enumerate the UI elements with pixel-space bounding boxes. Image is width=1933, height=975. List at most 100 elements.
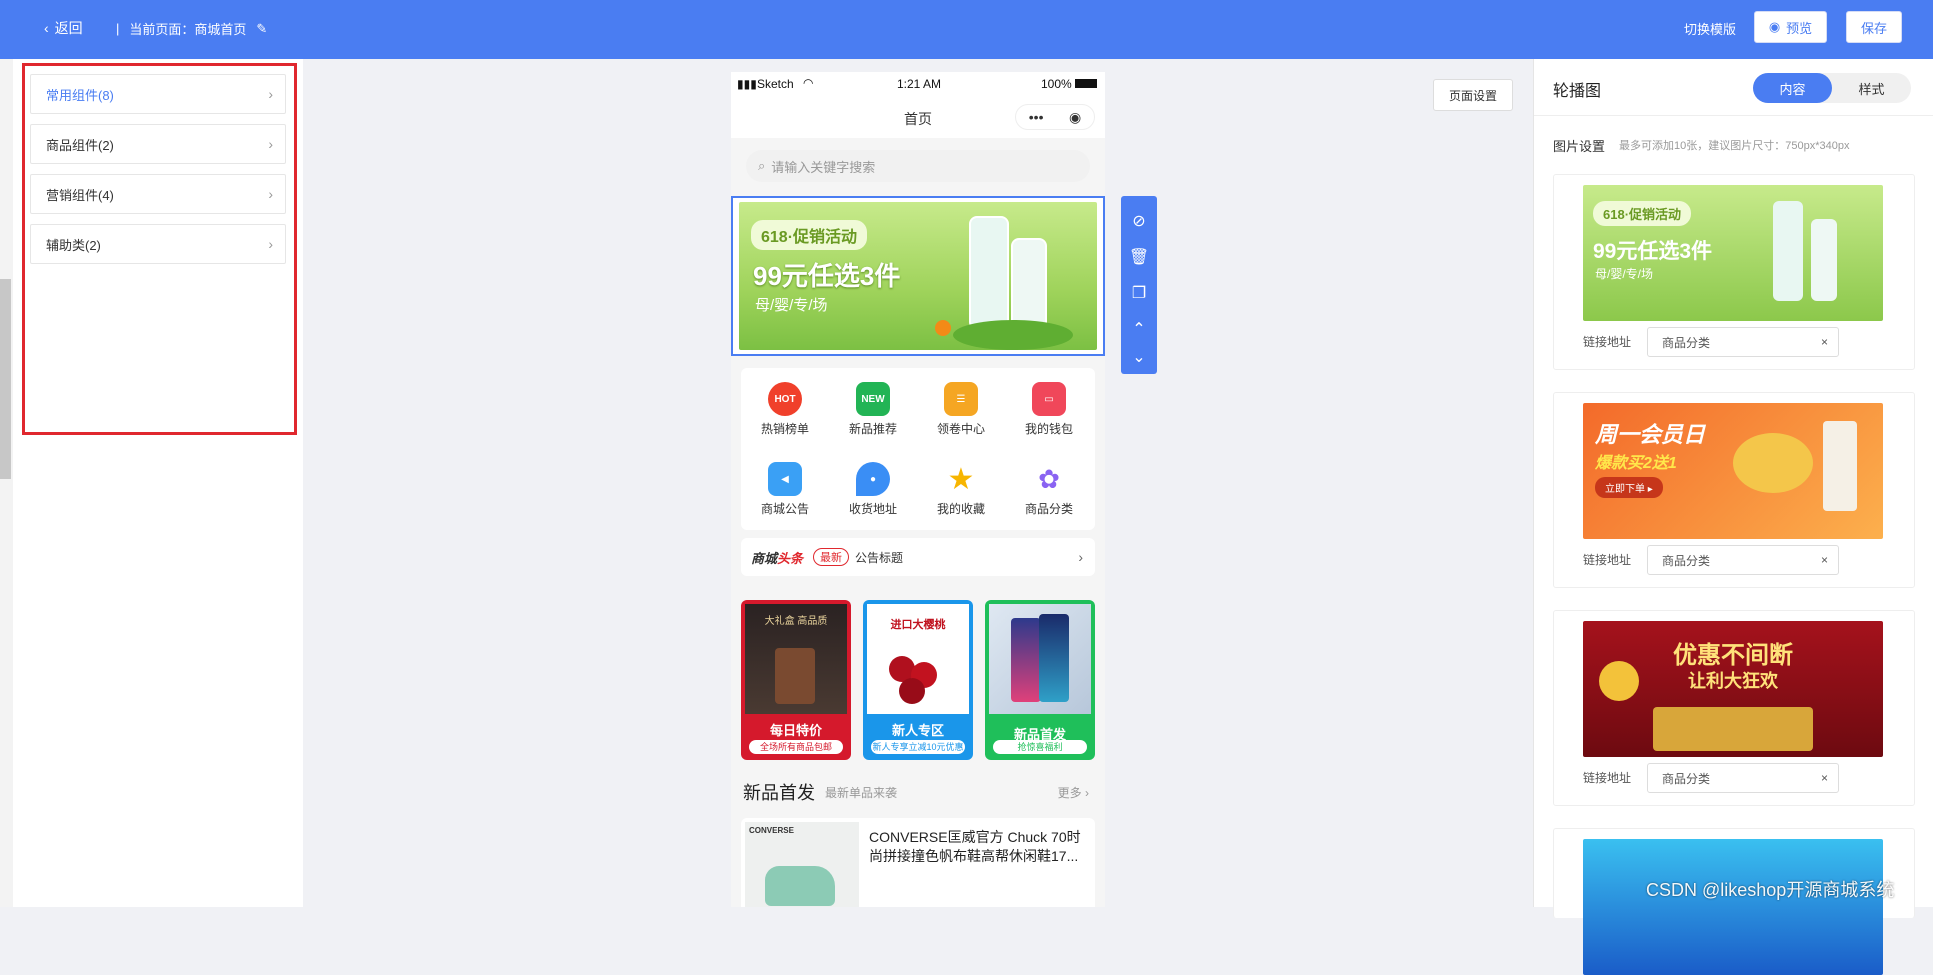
switch-template-button[interactable]: 切换模版 [1684,19,1736,38]
phone-product-image [1011,618,1041,702]
image-item: 优惠不间断 让利大狂欢 链接地址 商品分类 × [1553,610,1915,806]
search-icon: ⌕ [758,158,766,173]
current-page-label: 当前页面：商城首页 [129,22,247,37]
chevron-right-icon: › [1078,549,1083,565]
bottle-image [1773,201,1803,301]
chevron-right-icon: › [268,136,273,152]
link-select[interactable]: 商品分类 × [1647,545,1839,575]
signal-icon: ▮▮▮ [737,77,757,91]
sidebar-item-common[interactable]: 常用组件(8) › [30,74,286,114]
chevron-right-icon: › [268,236,273,252]
wine-box-image [775,648,815,704]
back-button[interactable]: ‹ 返回 [44,18,83,38]
phone-product-image [1039,614,1069,702]
promo-card-launch[interactable]: 新品首发 抢惊喜福利 [985,600,1095,760]
star-icon: ★ [947,462,975,496]
copy-icon[interactable]: ❐ [1121,276,1157,310]
coupon-icon: ☰ [944,382,978,416]
panel-title: 轮播图 [1553,83,1602,100]
phone-preview: ▮▮▮ Sketch ◠ 1:21 AM 100% 首页 ••• ◉ ⌕ 请输入… [731,72,1105,907]
close-icon[interactable]: × [1821,335,1828,349]
nav-item-address[interactable]: ● 收货地址 [829,452,917,522]
promo-card-daily[interactable]: 大礼盒 高品质 每日特价 全场所有商品包邮 [741,600,851,760]
section-header: 新品首发 最新单品来袭 更多 › [743,780,1093,804]
link-select[interactable]: 商品分类 × [1647,327,1839,357]
current-page: | 当前页面：商城首页 ✎ [116,20,268,38]
left-scrollbar[interactable] [0,59,14,907]
wallet-icon: ▭ [1032,382,1066,416]
image-item: 周一会员日 爆款买2送1 立即下单 ▸ 链接地址 商品分类 × [1553,392,1915,588]
image-setting-label: 图片设置 [1553,139,1606,154]
nav-item-category[interactable]: ✿ 商品分类 [1005,452,1093,522]
chevron-down-icon[interactable]: ⌄ [1121,340,1157,374]
gift-boxes-image [1653,707,1813,751]
scrollbar-thumb[interactable] [0,279,11,479]
property-panel: 轮播图 内容 样式 图片设置 最多可添加10张，建议图片尺寸：750px*340… [1533,59,1933,975]
tab-switch: 内容 样式 [1753,73,1911,103]
location-pin-icon: ● [856,462,890,496]
promo-image: 大礼盒 高品质 [745,604,847,714]
product-card[interactable]: CONVERSE CONVERSE匡威官方 Chuck 70时尚拼接撞色帆布鞋高… [741,818,1095,907]
nav-grid: HOT 热销榜单 NEW 新品推荐 ☰ 领卷中心 ▭ 我的钱包 ◀ 商城公告 ●… [741,368,1095,530]
banner-image[interactable]: 618·促销活动 99元任选3件 母/婴/专/场 [739,202,1097,350]
megaphone-icon: ◀ [768,462,802,496]
chevron-right-icon: › [268,86,273,102]
sidebar-item-goods[interactable]: 商品组件(2) › [30,124,286,164]
promo-image: 进口大樱桃 [867,604,969,714]
chevron-left-icon: ‹ [44,20,49,36]
watermark: CSDN @likeshop开源商城系统 [1646,880,1895,900]
link-select[interactable]: 商品分类 × [1647,763,1839,793]
capsule-menu[interactable]: ••• ◉ [1015,104,1095,130]
status-bar: ▮▮▮ Sketch ◠ 1:21 AM 100% [731,72,1105,96]
nav-item-wallet[interactable]: ▭ 我的钱包 [1005,372,1093,442]
nav-item-hot[interactable]: HOT 热销榜单 [741,372,829,442]
section-subtitle: 最新单品来袭 [825,785,898,800]
nav-item-announcement[interactable]: ◀ 商城公告 [741,452,829,522]
notice-text: 公告标题 [855,550,904,565]
trash-icon[interactable]: 🗑 [1121,240,1157,274]
wifi-icon: ◠ [803,76,814,90]
nav-item-favorites[interactable]: ★ 我的收藏 [917,452,1005,522]
banner-thumb[interactable]: 优惠不间断 让利大狂欢 [1583,621,1883,757]
close-target-icon[interactable]: ◉ [1069,109,1081,126]
banner-thumb[interactable]: 周一会员日 爆款买2送1 立即下单 ▸ [1583,403,1883,539]
tab-style[interactable]: 样式 [1832,73,1911,103]
banner-thumb[interactable] [1583,839,1883,975]
product-image: CONVERSE [745,822,859,907]
close-icon[interactable]: × [1821,771,1828,785]
notice-brand: 商城头条 [751,550,804,566]
close-icon[interactable]: × [1821,553,1828,567]
search-input[interactable]: ⌕ 请输入关键字搜索 [746,150,1090,182]
podium-shape [953,320,1073,350]
panel-header: 轮播图 内容 样式 [1534,59,1933,116]
more-link[interactable]: 更多 › [1058,784,1089,801]
more-dots-icon[interactable]: ••• [1029,109,1044,125]
notice-bar[interactable]: 商城头条 最新 公告标题 › [741,538,1095,576]
orange-fruit-image [935,320,951,336]
nav-item-new[interactable]: NEW 新品推荐 [829,372,917,442]
top-bar: ‹ 返回 | 当前页面：商城首页 ✎ 切换模版 ◉ 预览 保存 [0,0,1933,59]
component-toolbar: ⊘ 🗑 ❐ ⌃ ⌄ [1121,196,1157,374]
sidebar-item-marketing[interactable]: 营销组件(4) › [30,174,286,214]
page-settings-button[interactable]: 页面设置 [1433,79,1513,111]
nav-item-coupon[interactable]: ☰ 领卷中心 [917,372,1005,442]
notice-tag: 最新 [813,548,850,566]
tab-content[interactable]: 内容 [1753,73,1832,103]
bottle-image [969,216,1009,330]
hide-eye-icon[interactable]: ⊘ [1121,204,1157,238]
preview-button[interactable]: ◉ 预览 [1754,11,1827,43]
phone-nav-bar: 首页 ••• ◉ [731,96,1105,138]
banner-component-selected[interactable]: 618·促销活动 99元任选3件 母/婴/专/场 [731,196,1105,356]
save-button[interactable]: 保存 [1846,11,1902,43]
banner-thumb[interactable]: 618·促销活动 99元任选3件 母/婴/专/场 [1583,185,1883,321]
image-item [1553,828,1915,975]
promo-card-newcomer[interactable]: 进口大樱桃 新人专区 新人专享立减10元优惠 [863,600,973,760]
category-grid-icon: ✿ [1038,463,1060,494]
edit-pencil-icon[interactable]: ✎ [256,21,267,37]
product-name: CONVERSE匡威官方 Chuck 70时尚拼接撞色帆布鞋高帮休闲鞋17... [869,829,1081,864]
promo-image [989,604,1091,714]
battery-icon [1075,79,1097,88]
sidebar-item-auxiliary[interactable]: 辅助类(2) › [30,224,286,264]
balloon-image [1599,661,1639,701]
melon-image [1733,433,1813,493]
